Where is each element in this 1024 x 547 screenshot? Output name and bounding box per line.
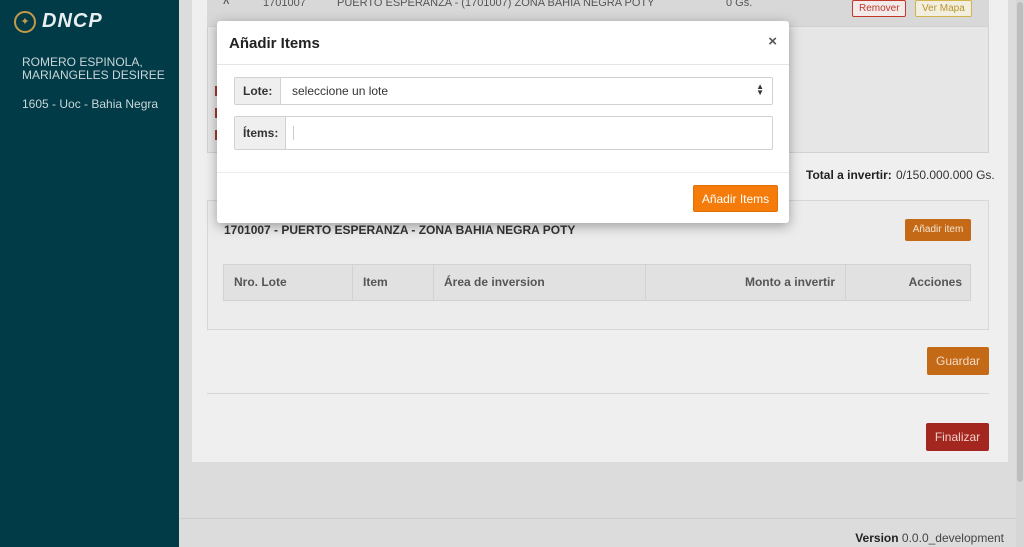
items-table-header: Nro. Lote Item Área de inversion Monto a… (223, 264, 971, 301)
page-scrollbar[interactable] (1016, 0, 1024, 547)
add-item-button[interactable]: Añadir item (905, 219, 971, 241)
lote-amount: 0 Gs. (726, 0, 753, 9)
divider (207, 393, 989, 394)
column-header: Acciones (908, 275, 962, 289)
modal-footer-divider (217, 172, 789, 173)
save-button[interactable]: Guardar (927, 347, 989, 375)
column-header: Nro. Lote (224, 265, 353, 300)
column-header: Monto a invertir (646, 265, 846, 300)
version-footer: Version 0.0.0_development (855, 531, 1004, 545)
total-label: Total a invertir: (806, 168, 892, 182)
logo-icon: ✦ (14, 10, 36, 33)
user-unit: 1605 - Uoc - Bahia Negra (22, 97, 159, 111)
user-name: ROMERO ESPINOLA, MARIANGELES DESIREE (22, 55, 165, 82)
items-input-cursor[interactable] (293, 126, 294, 140)
lote-description: PUERTO ESPERANZA - (1701007) ZONA BAHIA … (337, 0, 655, 9)
lote-code: 1701007 (263, 0, 306, 9)
scrollbar-thumb[interactable] (1017, 2, 1023, 482)
lote-select[interactable]: seleccione un lote ▲ ▼ (281, 78, 772, 104)
finalize-button[interactable]: Finalizar (926, 423, 989, 451)
add-items-modal: Añadir Items × Lote: seleccione un lote … (217, 21, 789, 223)
view-map-button[interactable]: Ver Mapa (915, 0, 972, 17)
column-header: Área de inversion (434, 265, 646, 300)
footer-divider (179, 518, 1024, 519)
lote-select-group[interactable]: Lote: seleccione un lote ▲ ▼ (234, 77, 773, 105)
modal-title: Añadir Items (229, 35, 320, 52)
lote-label: Lote: (235, 78, 281, 104)
items-input-group[interactable]: Ítems: (234, 116, 773, 150)
close-icon[interactable]: × (768, 33, 777, 50)
lote-select-value: seleccione un lote (292, 84, 389, 98)
items-label: Ítems: (235, 117, 286, 149)
remove-button[interactable]: Remover (852, 0, 906, 17)
collapse-chevron-icon[interactable]: ^ (223, 0, 229, 10)
sidebar: ✦ DNCP ROMERO ESPINOLA, MARIANGELES DESI… (0, 0, 179, 547)
logo[interactable]: ✦ DNCP (14, 10, 103, 33)
version-label: Version (855, 531, 899, 545)
column-header: Item (353, 265, 434, 300)
section-title: 1701007 - PUERTO ESPERANZA - ZONA BAHIA … (224, 223, 576, 237)
modal-header: Añadir Items × (217, 21, 789, 65)
version-value: 0.0.0_development (901, 531, 1004, 545)
select-arrows-icon: ▲ ▼ (756, 82, 764, 97)
logo-text: DNCP (42, 10, 103, 32)
total-value: 0/150.000.000 Gs. (896, 168, 995, 182)
add-items-submit-button[interactable]: Añadir Items (693, 185, 778, 212)
